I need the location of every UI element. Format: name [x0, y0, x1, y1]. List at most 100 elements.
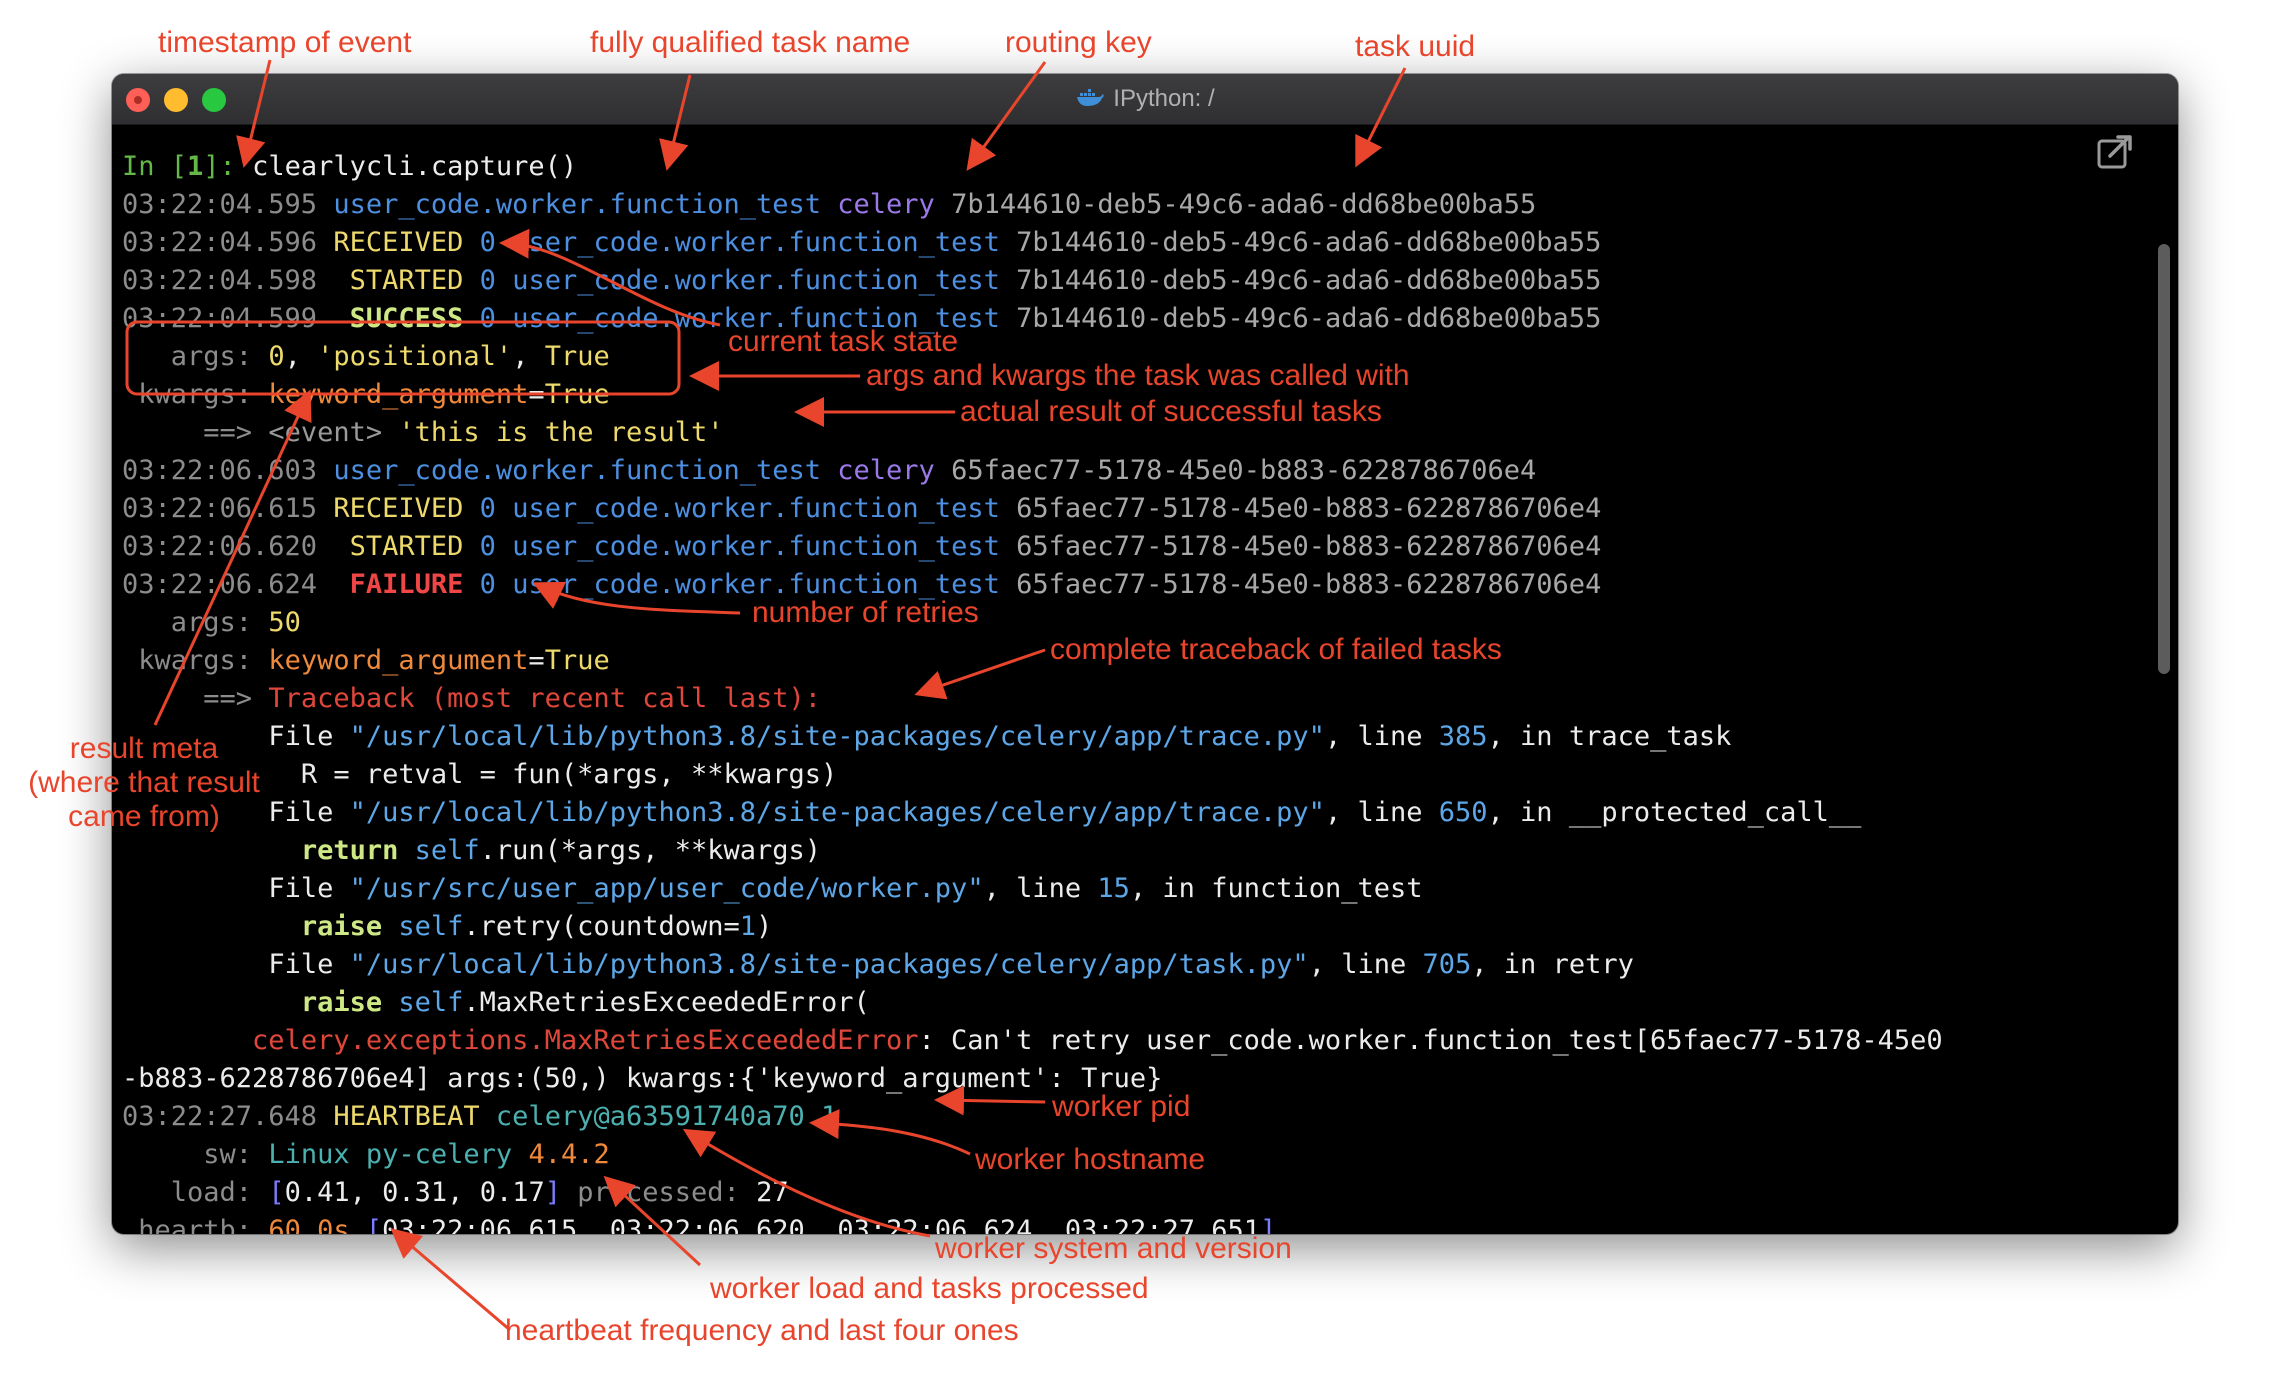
worker-hostname: celery@a63591740a70 [495, 1101, 805, 1132]
annotation-worker-system: worker system and version [935, 1232, 1292, 1265]
retries-count: 0 [479, 227, 496, 258]
load-label: load: [170, 1177, 253, 1208]
traceback-frame: File "/usr/local/lib/python3.8/site-pack… [122, 718, 1731, 756]
traceback-code: raise self.MaxRetriesExceededError( [122, 984, 870, 1022]
timestamp: 03:22:04.595 [122, 189, 318, 220]
annotation-result-meta-line: came from) [68, 800, 220, 833]
frame-func: function_test [1211, 873, 1423, 904]
arg-value: 'positional' [317, 341, 513, 372]
retries-count: 0 [479, 265, 496, 296]
window-title: IPython: / [112, 74, 2178, 124]
task-uuid: 65faec77-5178-45e0-b883-6228786706e4 [951, 455, 1537, 486]
punctuation: , in [1129, 873, 1195, 904]
routing-key: celery [837, 189, 935, 220]
punctuation: , [349, 1177, 383, 1208]
task-name: user_code.worker.function_test [512, 227, 1000, 258]
annotation-result-meta-line: (where that result [28, 766, 260, 799]
task2-kwargs-line: kwargs: keyword_argument=True [122, 642, 609, 680]
punctuation: = [528, 379, 545, 410]
punctuation: File [268, 949, 334, 980]
exception-message: -b883-6228786706e4] args:(50,) kwargs:{'… [122, 1063, 1163, 1094]
kwargs-label: kwargs: [138, 379, 253, 410]
command-text: clearlycli.capture() [235, 151, 578, 182]
traceback-frame: File "/usr/local/lib/python3.8/site-pack… [122, 794, 1861, 832]
kwarg-key: keyword_argument [268, 645, 529, 676]
frame-line: 650 [1438, 797, 1488, 828]
traceback-code: raise self.retry(countdown=1) [122, 908, 772, 946]
arg-value: 0 [268, 341, 285, 372]
timestamp: 03:22:06.620 [122, 531, 318, 562]
task2-state-line: 03:22:06.620 STARTED 0 user_code.worker.… [122, 528, 1601, 566]
frame-func: trace_task [1568, 721, 1732, 752]
punctuation: raise [300, 987, 383, 1018]
processed-label: processed: [577, 1177, 740, 1208]
exception-name: celery.exceptions.MaxRetriesExceededErro… [252, 1025, 919, 1056]
retries-count: 0 [479, 493, 496, 524]
punctuation: ] [544, 1177, 561, 1208]
task-uuid: 65faec77-5178-45e0-b883-6228786706e4 [1016, 569, 1602, 600]
task-name: user_code.worker.function_test [512, 265, 1000, 296]
exception-line: celery.exceptions.MaxRetriesExceededErro… [122, 1022, 1943, 1060]
punctuation: , line [983, 873, 1082, 904]
timestamp: 03:22:06.624 [122, 569, 318, 600]
annotation-routing-key: routing key [1005, 26, 1152, 59]
traceback-header: Traceback (most recent call last): [268, 683, 822, 714]
annotation-result-meta: result meta (where that result came from… [14, 732, 274, 834]
task1-args-line: args: 0, 'positional', True [122, 338, 610, 376]
timestamp: 03:22:27.648 [122, 1101, 318, 1132]
prompt-close: ]: [203, 151, 236, 182]
worker-heartb-line: heartb: 60.0s [03:22:06.615, 03:22:06.62… [122, 1212, 1276, 1234]
annotation-worker-pid: worker pid [1052, 1090, 1191, 1123]
punctuation: .MaxRetriesExceededError( [463, 987, 870, 1018]
processed-count: 27 [756, 1177, 789, 1208]
kwargs-label: kwargs: [138, 645, 253, 676]
annotation-worker-load: worker load and tasks processed [710, 1272, 1149, 1305]
sw-label: sw: [203, 1139, 253, 1170]
timestamp: 03:22:04.599 [122, 303, 318, 334]
traceback-frame: File "/usr/local/lib/python3.8/site-pack… [122, 946, 1634, 984]
worker-load-line: load: [0.41, 0.31, 0.17] processed: 27 [122, 1174, 789, 1212]
punctuation: , in [1487, 797, 1553, 828]
exception-message: : Can't retry user_code.worker.function_… [918, 1025, 1943, 1056]
traceback-code: return self.run(*args, **kwargs) [122, 832, 821, 870]
task-uuid: 7b144610-deb5-49c6-ada6-dd68be00ba55 [1016, 265, 1602, 296]
args-label: args: [170, 607, 253, 638]
kwarg-value: True [544, 379, 610, 410]
task-uuid: 7b144610-deb5-49c6-ada6-dd68be00ba55 [951, 189, 1537, 220]
scrollbar-thumb[interactable] [2158, 244, 2170, 674]
worker-version: 4.4.2 [528, 1139, 610, 1170]
frame-file: "/usr/local/lib/python3.8/site-packages/… [349, 949, 1309, 980]
task2-header-line: 03:22:06.603 user_code.worker.function_t… [122, 452, 1536, 490]
punctuation: raise [300, 911, 383, 942]
task-state: RECEIVED [333, 227, 464, 258]
punctuation: = [528, 645, 545, 676]
frame-func: __protected_call__ [1568, 797, 1862, 828]
load-value: 0.41 [284, 1177, 350, 1208]
kwarg-key: keyword_argument [268, 379, 529, 410]
prompt-line: In [1]: clearlycli.capture() [122, 148, 577, 186]
annotation-traceback: complete traceback of failed tasks [1050, 633, 1502, 666]
task1-header-line: 03:22:04.595 user_code.worker.function_t… [122, 186, 1536, 224]
punctuation: , in [1471, 949, 1537, 980]
annotation-timestamp: timestamp of event [158, 26, 412, 59]
task-state: FAILURE [349, 569, 464, 600]
timestamp: 03:22:04.598 [122, 265, 318, 296]
annotation-task-state: current task state [728, 325, 959, 358]
task1-result-line: ==> <event> 'this is the result' [122, 414, 724, 452]
result-arrow: ==> [203, 417, 253, 448]
arrow-heartbeat [390, 1228, 511, 1332]
heartb-label: heartb: [138, 1215, 253, 1234]
task-state: SUCCESS [349, 303, 464, 334]
load-value: 0.31 [382, 1177, 448, 1208]
arg-value: 50 [268, 607, 301, 638]
retries-count: 0 [479, 531, 496, 562]
heartbeat-time: 03:22:06.620 [609, 1215, 805, 1234]
worker-pid: 1 [821, 1101, 838, 1132]
frame-code: R = retval = fun(*args, **kwargs) [300, 759, 838, 790]
punctuation: File [268, 873, 334, 904]
result-arrow: ==> [203, 683, 253, 714]
worker-header-line: 03:22:27.648 HEARTBEAT celery@a63591740a… [122, 1098, 837, 1136]
worker-system: Linux [268, 1139, 350, 1170]
task-result: 'this is the result' [398, 417, 724, 448]
task-name: user_code.worker.function_test [512, 531, 1000, 562]
